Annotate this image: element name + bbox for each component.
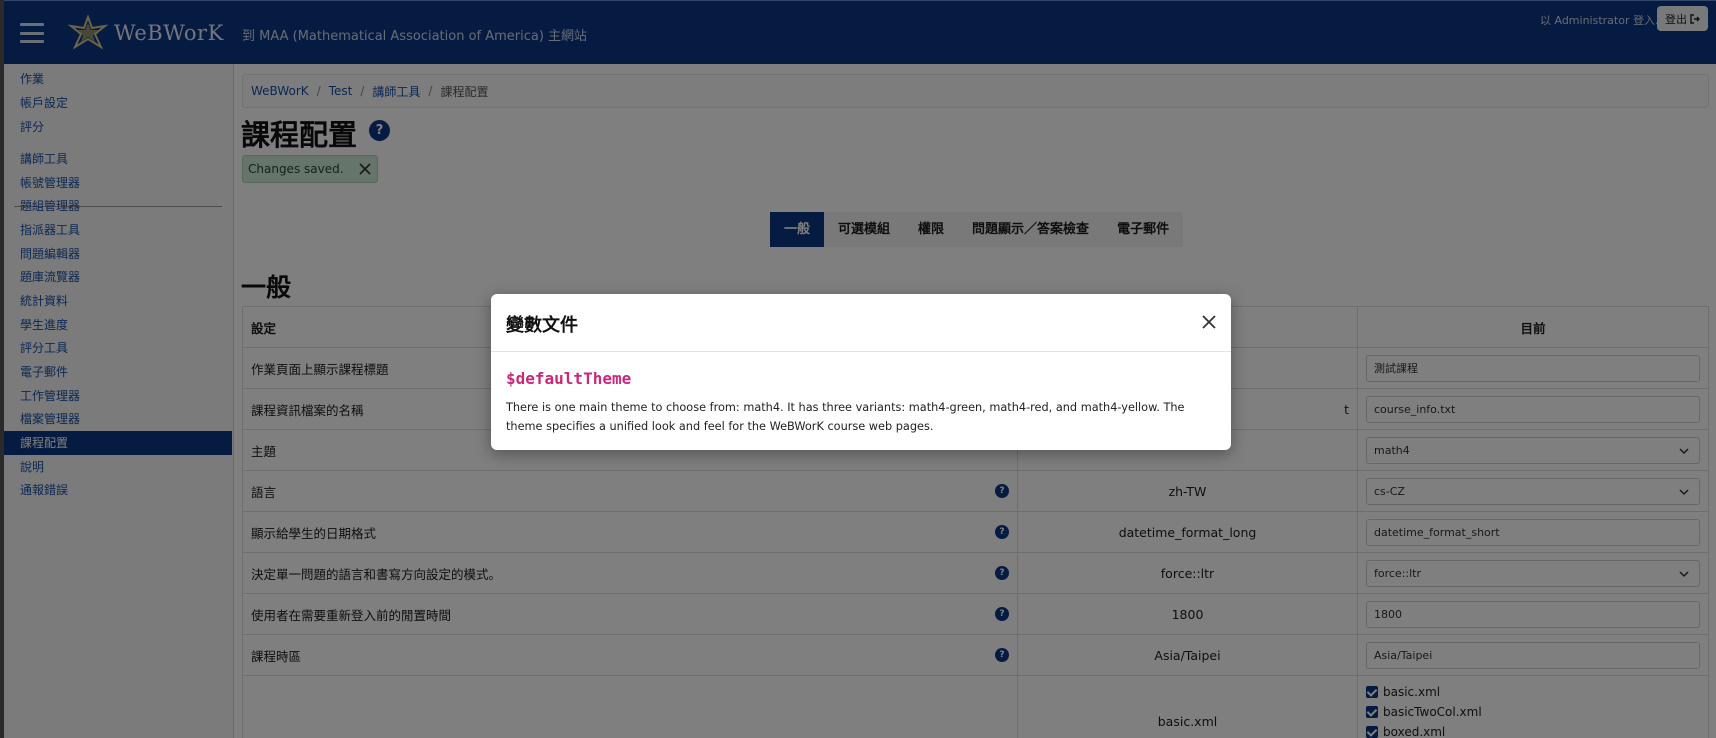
variable-doc-modal: 變數文件 $defaultTheme There is one main the… [491, 294, 1231, 450]
variable-description: There is one main theme to choose from: … [506, 401, 1185, 433]
modal-title: 變數文件 [506, 315, 578, 336]
modal-header: 變數文件 [491, 294, 1231, 352]
close-icon[interactable] [1201, 314, 1217, 330]
variable-name: $defaultTheme [506, 369, 632, 388]
window-edge [0, 0, 4, 738]
app-window: WeBWorK 到 MAA (Mathematical Association … [0, 0, 1716, 738]
